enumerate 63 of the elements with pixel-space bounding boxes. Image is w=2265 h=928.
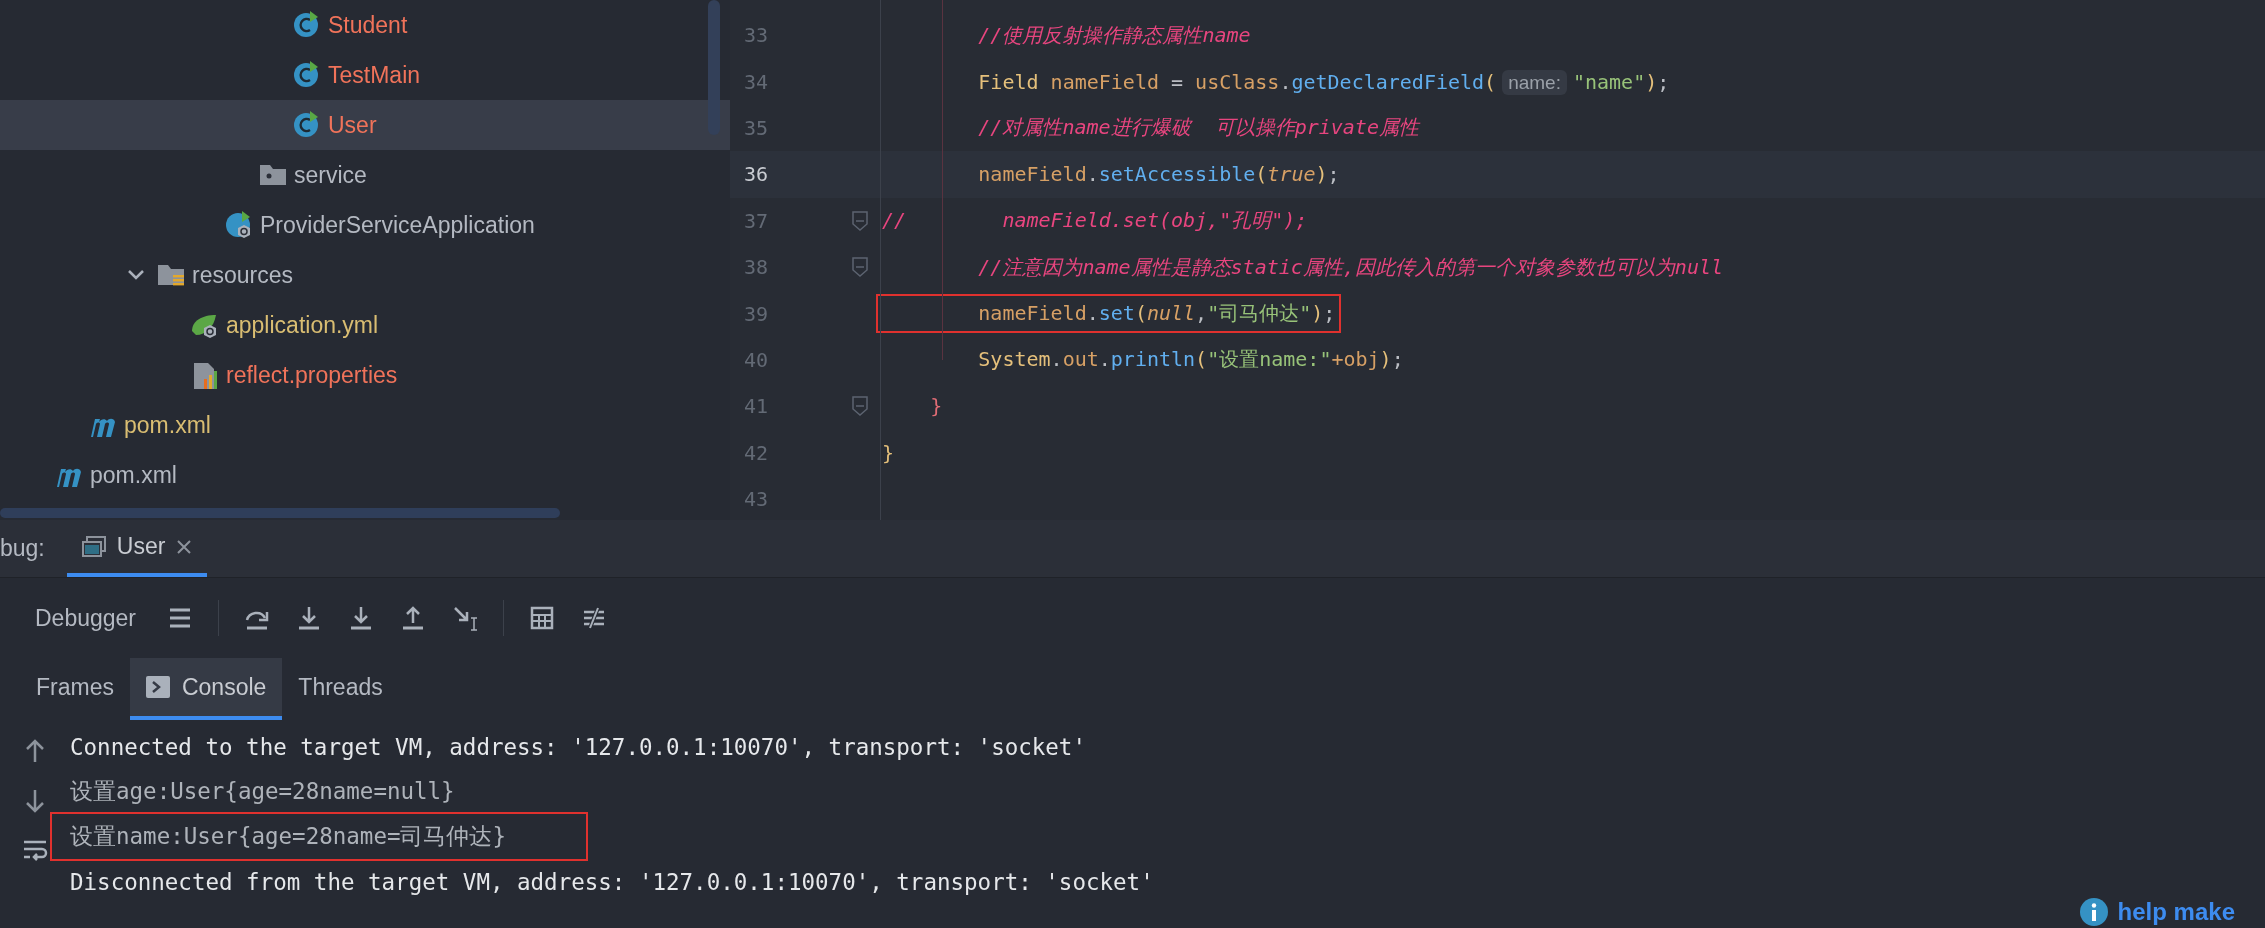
tree-row[interactable]: reflect.properties	[0, 350, 730, 400]
line-number: 33	[743, 23, 770, 48]
console-icon	[145, 676, 170, 698]
fold-marker-icon[interactable]	[852, 210, 868, 231]
window-icon	[80, 534, 107, 559]
file-name: reflect.properties	[226, 361, 398, 389]
notification-text[interactable]: help make	[2117, 898, 2235, 926]
code-line: Field nameField = usClass.getDeclaredField( name: "name");	[977, 68, 1671, 97]
code-line: }	[881, 439, 896, 467]
file-name: service	[294, 161, 367, 189]
tree-row[interactable]: pom.xml	[0, 450, 730, 500]
tree-row[interactable]: service	[0, 150, 730, 200]
toolbar-label: Debugger	[35, 604, 137, 632]
file-name: TestMain	[328, 61, 421, 89]
tree-row[interactable]: application.yml	[0, 300, 730, 350]
line-number: 34	[743, 69, 770, 94]
code-line: //对属性name进行爆破 可以操作private属性	[977, 114, 1422, 142]
file-name: pom.xml	[124, 411, 211, 439]
scrollbar[interactable]	[708, 0, 720, 135]
line-number: 40	[743, 347, 770, 372]
arrow-down-icon[interactable]	[23, 788, 47, 814]
line-number: 37	[743, 208, 770, 233]
console-line: Connected to the target VM, address: '127.0.0.1:10070', transport: 'socket'	[69, 732, 1087, 762]
file-name: ProviderServiceApplication	[260, 211, 535, 239]
close-icon[interactable]	[175, 537, 194, 556]
console-line: 设置age:User{age=28name=null}	[69, 777, 456, 806]
line-number: 42	[743, 440, 770, 465]
panel-tab[interactable]: Threads	[282, 658, 399, 720]
scrollbar[interactable]	[0, 508, 560, 518]
line-number: 41	[743, 394, 770, 419]
code-line: nameField.setAccessible(true);	[977, 161, 1341, 189]
console-line: 设置name:User{age=28name=司马仲达}	[52, 814, 586, 859]
line-number: 38	[743, 255, 770, 280]
tree-row[interactable]: pom.xml	[0, 400, 730, 450]
info-icon	[2079, 898, 2108, 926]
code-line: // nameField.set(obj,"孔明");	[881, 207, 1309, 235]
line-number: 39	[743, 301, 770, 326]
line-number: 36	[743, 162, 770, 187]
panel-tab[interactable]: Console	[129, 658, 283, 720]
fold-marker-icon[interactable]	[852, 396, 868, 417]
file-name: Student	[328, 11, 408, 39]
code-line: //注意因为name属性是静态static属性,因此传入的第一个对象参数也可以为null	[977, 253, 1725, 281]
line-number: 35	[743, 115, 770, 140]
panel-title: bug:	[0, 535, 45, 562]
file-name: User	[328, 111, 377, 139]
tree-row[interactable]: ProviderServiceApplication	[0, 200, 730, 250]
file-name: pom.xml	[90, 461, 177, 489]
debug-tab[interactable]: User	[66, 520, 208, 577]
fold-marker-icon[interactable]	[852, 257, 868, 278]
code-line: //使用反射操作静态属性name	[977, 21, 1252, 49]
run-to-cursor-icon[interactable]	[451, 604, 480, 632]
tree-row[interactable]: Student	[0, 0, 730, 50]
code-line: System.out.println("设置name:"+obj);	[977, 346, 1405, 374]
tree-row[interactable]: TestMain	[0, 50, 730, 100]
panel-tab[interactable]: Frames	[20, 658, 130, 720]
line-number: 43	[743, 487, 770, 512]
file-name: resources	[192, 261, 293, 289]
code-line: }	[929, 393, 944, 421]
console-line: Disconnected from the target VM, address: '127.0.0.1:10070', transport: 'socket'	[69, 867, 1155, 897]
tree-row[interactable]: resources	[0, 250, 730, 300]
soft-wrap-icon[interactable]	[22, 838, 48, 862]
tree-row[interactable]: User	[0, 100, 730, 150]
file-name: application.yml	[226, 311, 379, 339]
